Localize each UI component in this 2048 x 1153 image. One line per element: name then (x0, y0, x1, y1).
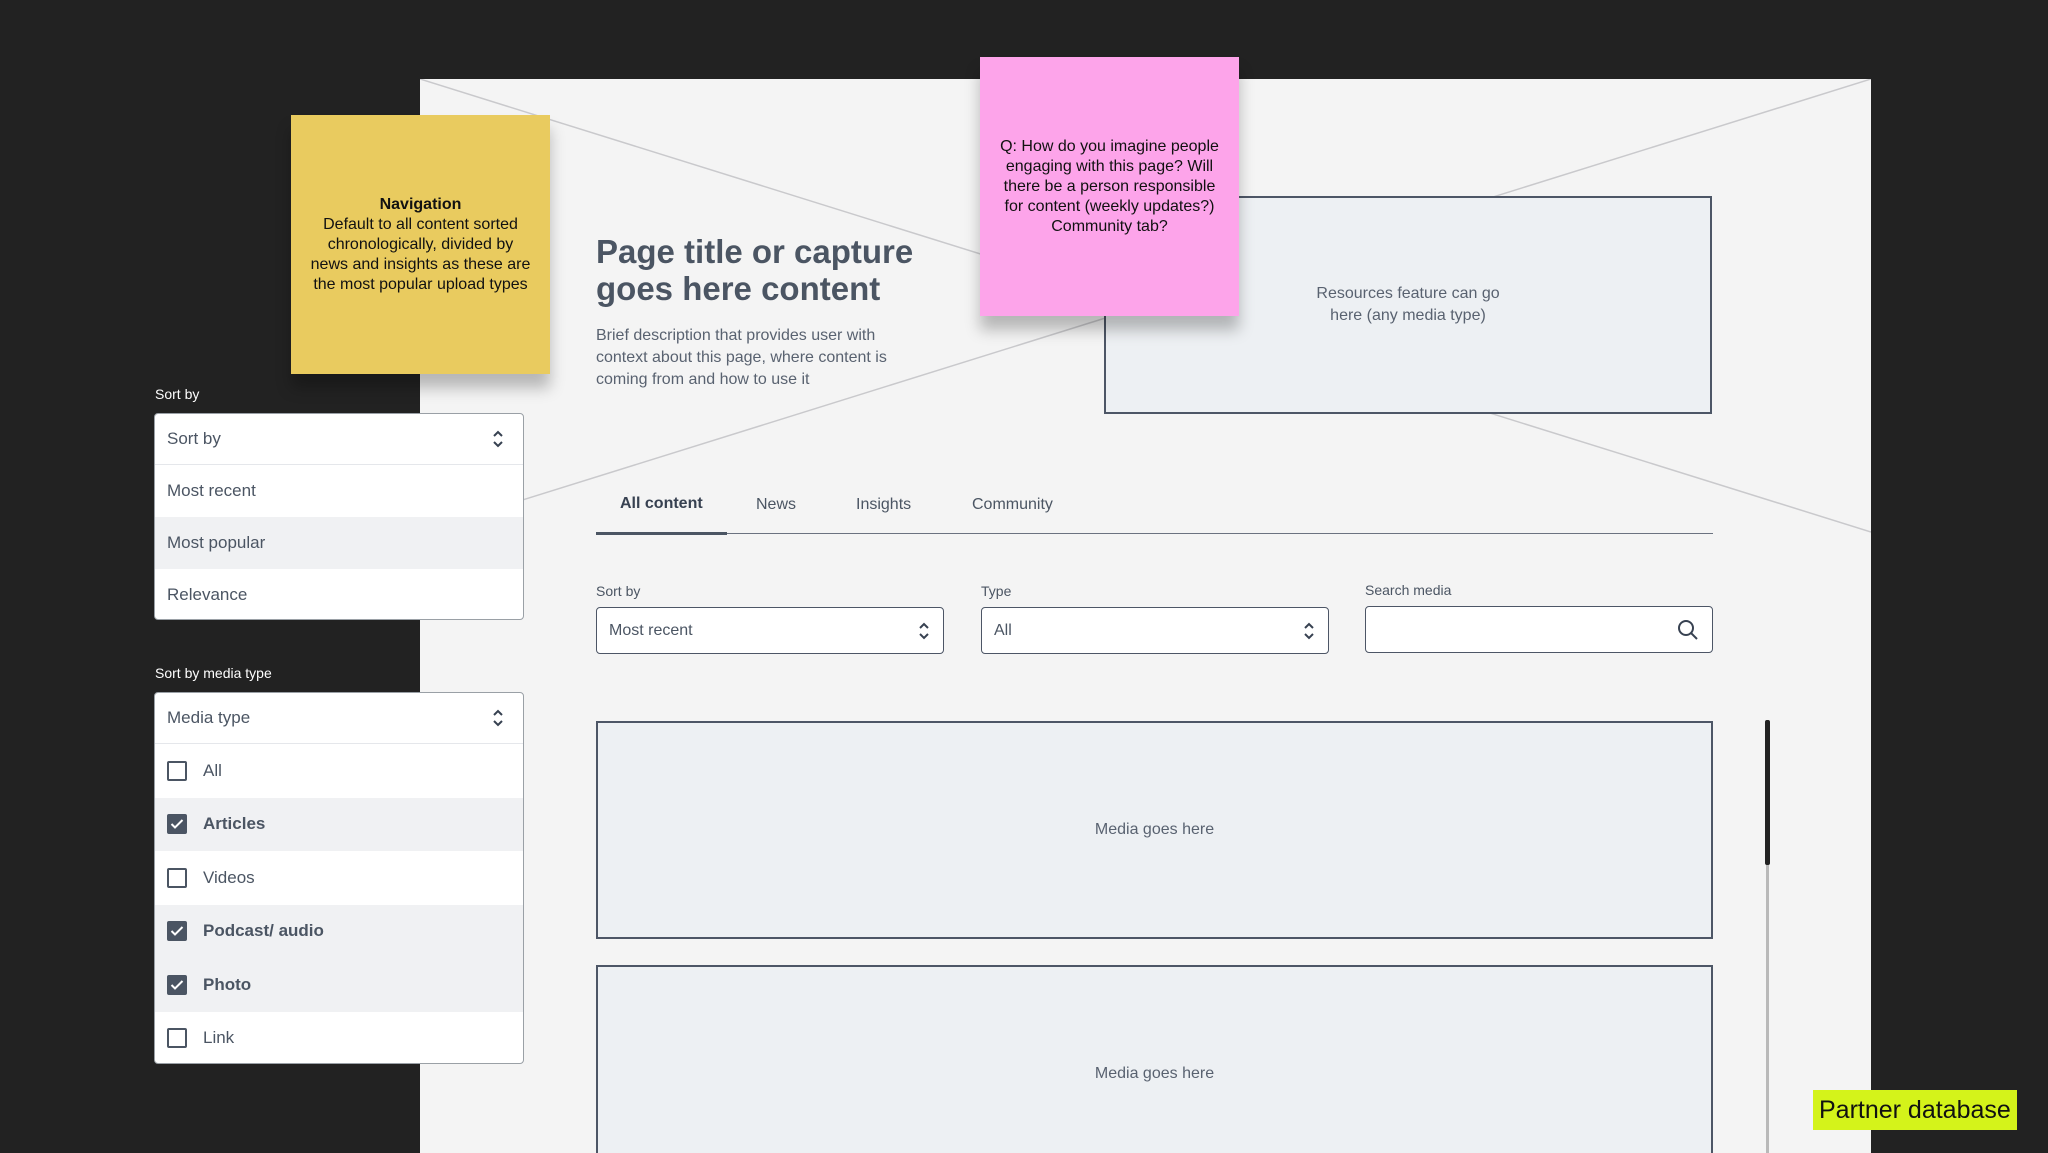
type-select[interactable]: All (981, 607, 1329, 654)
media-type-option-all[interactable]: All (155, 744, 523, 798)
partner-database-badge: Partner database (1813, 1090, 2017, 1130)
chevron-updown-icon (919, 622, 929, 640)
option-label: Photo (203, 974, 252, 994)
option-label: Podcast/ audio (203, 921, 324, 941)
type-label: Type (981, 583, 1012, 599)
tab-community[interactable]: Community (948, 475, 1077, 534)
sort-option-relevance[interactable]: Relevance (155, 569, 523, 621)
sort-dropdown-header[interactable]: Sort by (155, 414, 523, 465)
sort-by-value: Most recent (609, 621, 693, 639)
page-title: Page title or capture goes here content (596, 233, 914, 307)
sort-option-most-popular[interactable]: Most popular (155, 517, 523, 569)
media-type-option-podcast-audio[interactable]: Podcast/ audio (155, 904, 523, 958)
resources-placeholder-text: Resources feature can go here (any media… (1316, 285, 1500, 324)
note-title: Navigation (379, 195, 462, 213)
checkbox[interactable] (167, 760, 187, 781)
tab-all-content[interactable]: All content (596, 475, 727, 535)
checkbox[interactable] (167, 1028, 187, 1049)
option-label: Videos (203, 867, 255, 887)
tab-insights[interactable]: Insights (832, 475, 935, 534)
sort-by-label: Sort by (596, 583, 641, 599)
option-label: All (203, 760, 222, 780)
chevron-updown-icon (493, 430, 503, 448)
scrollbar-thumb[interactable] (1765, 720, 1770, 865)
checkmark-icon (170, 819, 184, 830)
sort-by-select[interactable]: Most recent (596, 607, 944, 654)
search-icon[interactable] (1676, 618, 1700, 642)
media-type-option-link[interactable]: Link (155, 1012, 523, 1066)
search-media-input[interactable] (1365, 606, 1713, 653)
sort-panel-label: Sort by (155, 386, 200, 402)
checkbox[interactable] (167, 974, 187, 995)
note-body: Default to all content sorted chronologi… (310, 215, 531, 293)
sort-dropdown-placeholder: Sort by (167, 429, 221, 448)
checkmark-icon (170, 980, 184, 990)
sort-by-dropdown: Sort by Most recent Most popular Relevan… (154, 413, 524, 620)
checkbox[interactable] (167, 814, 187, 835)
option-label: Link (203, 1028, 235, 1048)
search-media-label: Search media (1365, 582, 1452, 598)
media-placeholder-text: Media goes here (1094, 1065, 1215, 1082)
media-type-option-videos[interactable]: Videos (155, 851, 523, 905)
checkbox[interactable] (167, 921, 187, 942)
content-tabs: All content News Insights Community (596, 475, 1713, 535)
media-type-option-articles[interactable]: Articles (155, 797, 523, 851)
option-label: Articles (203, 814, 266, 834)
tab-news[interactable]: News (732, 475, 820, 534)
navigation-sticky-note: Navigation Default to all content sorted… (291, 115, 550, 374)
media-type-dropdown: Media type All Articles Videos Podcast/ … (154, 692, 524, 1064)
media-placeholder-text: Media goes here (1094, 821, 1215, 838)
checkbox[interactable] (167, 867, 187, 888)
note-question: Q: How do you imagine people engaging wi… (1000, 137, 1219, 235)
page-description: Brief description that provides user wit… (596, 327, 887, 388)
type-value: All (994, 621, 1012, 639)
media-type-panel-label: Sort by media type (155, 665, 272, 681)
chevron-updown-icon (493, 709, 503, 727)
chevron-updown-icon (1304, 622, 1314, 640)
media-type-option-photo[interactable]: Photo (155, 958, 523, 1012)
media-placeholder: Media goes here (596, 721, 1713, 939)
media-type-dropdown-header[interactable]: Media type (155, 693, 523, 744)
question-sticky-note: Q: How do you imagine people engaging wi… (980, 57, 1239, 316)
media-placeholder: Media goes here (596, 965, 1713, 1153)
media-type-placeholder: Media type (167, 708, 251, 727)
checkmark-icon (170, 926, 184, 937)
sort-option-most-recent[interactable]: Most recent (155, 465, 523, 517)
